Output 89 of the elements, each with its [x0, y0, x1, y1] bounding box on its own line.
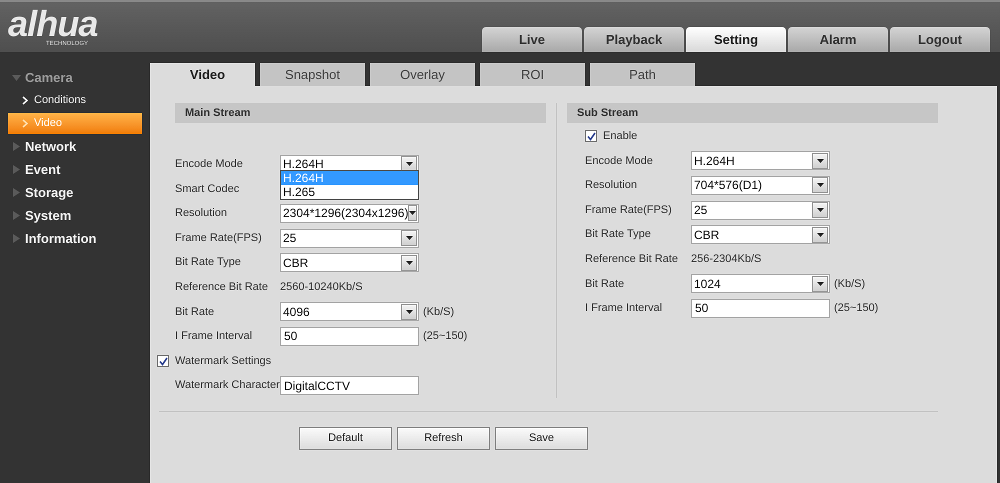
select-field[interactable]: 2304*1296(2304x1296) — [280, 204, 419, 223]
dropdown-button[interactable] — [401, 254, 417, 271]
chevron-icon — [22, 96, 28, 105]
reference-value: 2560-10240Kb/S — [280, 280, 363, 296]
dropdown-button[interactable] — [812, 226, 828, 243]
input-field[interactable]: 50 — [691, 298, 830, 318]
collapse-triangle-icon — [12, 188, 21, 197]
logo-wordmark: alhua — [8, 8, 98, 40]
caret-icon — [816, 158, 824, 163]
collapse-triangle-icon — [12, 234, 21, 243]
unit-label: (25~150) — [834, 301, 878, 316]
dropdown-button[interactable] — [812, 152, 828, 169]
caret-icon — [406, 260, 412, 265]
tab[interactable]: Path — [590, 63, 695, 86]
unit-label: (Kb/S) — [423, 304, 454, 320]
button[interactable]: Refresh — [397, 426, 490, 450]
field-label: Smart Codec — [175, 182, 240, 197]
field-label: Bit Rate Type — [585, 227, 652, 242]
sidebar-item[interactable]: Network — [0, 135, 150, 158]
tab[interactable]: Snapshot — [260, 63, 365, 86]
field-label: Encode Mode — [175, 157, 244, 172]
caret-icon — [816, 232, 824, 237]
nav-tab[interactable]: Playback — [584, 27, 684, 52]
dropdown-button[interactable] — [812, 177, 828, 194]
dropdown-button[interactable] — [812, 276, 828, 292]
nav-tab[interactable]: Alarm — [788, 27, 888, 52]
sidebar-item[interactable]: Storage — [0, 181, 150, 204]
field-label: I Frame Interval — [175, 329, 254, 344]
caret-icon — [816, 282, 824, 286]
nav-tab[interactable]: Setting — [686, 27, 786, 52]
field-label: Bit Rate Type — [175, 255, 242, 270]
field-label: Reference Bit Rate — [175, 280, 269, 296]
dropdown-button[interactable] — [401, 304, 417, 320]
caret-icon — [409, 211, 416, 216]
tab[interactable]: Video — [160, 63, 255, 86]
sidebar-subitem[interactable]: Conditions — [8, 90, 142, 111]
field-label: Resolution — [175, 206, 228, 222]
select-field[interactable]: 4096 — [280, 302, 419, 322]
caret-icon — [406, 162, 412, 166]
expand-triangle-icon — [12, 73, 21, 82]
select-field[interactable]: H.264H — [691, 151, 830, 170]
collapse-triangle-icon — [12, 211, 21, 220]
caret-icon — [816, 183, 824, 188]
select-field[interactable]: 1024 — [691, 274, 830, 294]
select-field[interactable]: 25 — [691, 200, 830, 220]
dropdown-button[interactable] — [401, 230, 417, 246]
nav-tab[interactable]: Live — [482, 27, 582, 52]
caret-icon — [816, 208, 824, 212]
dropdown-option[interactable]: H.265 — [281, 185, 418, 199]
unit-label: (Kb/S) — [834, 276, 866, 292]
unit-label: (25~150) — [423, 329, 468, 344]
checkbox-label: Enable — [603, 129, 638, 144]
field-label: Resolution — [585, 178, 638, 194]
section-header: Main Stream — [175, 103, 546, 123]
select-field[interactable]: 25 — [280, 228, 419, 248]
caret-icon — [406, 310, 412, 314]
field-label: Bit Rate — [175, 304, 216, 320]
field-label: Frame Rate(FPS) — [585, 202, 673, 218]
collapse-triangle-icon — [12, 165, 21, 174]
select-field[interactable]: CBR — [691, 225, 830, 244]
collapse-triangle-icon — [12, 142, 21, 151]
checkbox-label: Watermark Settings — [175, 354, 272, 369]
input-field[interactable]: DigitalCCTV — [280, 376, 419, 396]
dropdown-button[interactable] — [408, 205, 418, 222]
input-field[interactable]: 50 — [280, 326, 419, 346]
checkbox[interactable] — [585, 130, 597, 142]
tab[interactable]: ROI — [480, 63, 585, 86]
checkbox[interactable] — [157, 355, 169, 368]
chevron-icon — [22, 119, 28, 128]
caret-icon — [406, 236, 412, 240]
section-header: Sub Stream — [567, 103, 938, 123]
field-label: Watermark Character — [175, 378, 280, 394]
select-field[interactable]: 704*576(D1) — [691, 176, 830, 195]
nav-tab[interactable]: Logout — [890, 27, 990, 52]
field-label: Bit Rate — [585, 276, 626, 292]
button[interactable]: Save — [495, 426, 588, 450]
field-label: I Frame Interval — [585, 301, 664, 316]
sidebar-item[interactable]: System — [0, 204, 150, 227]
dropdown-button[interactable] — [812, 202, 828, 218]
field-label: Frame Rate(FPS) — [175, 230, 263, 246]
sidebar-item[interactable]: Event — [0, 158, 150, 181]
sidebar-item[interactable]: Camera — [0, 66, 150, 89]
field-label: Reference Bit Rate — [585, 252, 679, 268]
tab[interactable]: Overlay — [370, 63, 475, 86]
select-field[interactable]: CBR — [280, 253, 419, 272]
reference-value: 256-2304Kb/S — [691, 252, 762, 268]
field-label: Encode Mode — [585, 154, 654, 169]
sidebar-item[interactable]: Information — [0, 227, 150, 250]
button[interactable]: Default — [299, 426, 392, 450]
